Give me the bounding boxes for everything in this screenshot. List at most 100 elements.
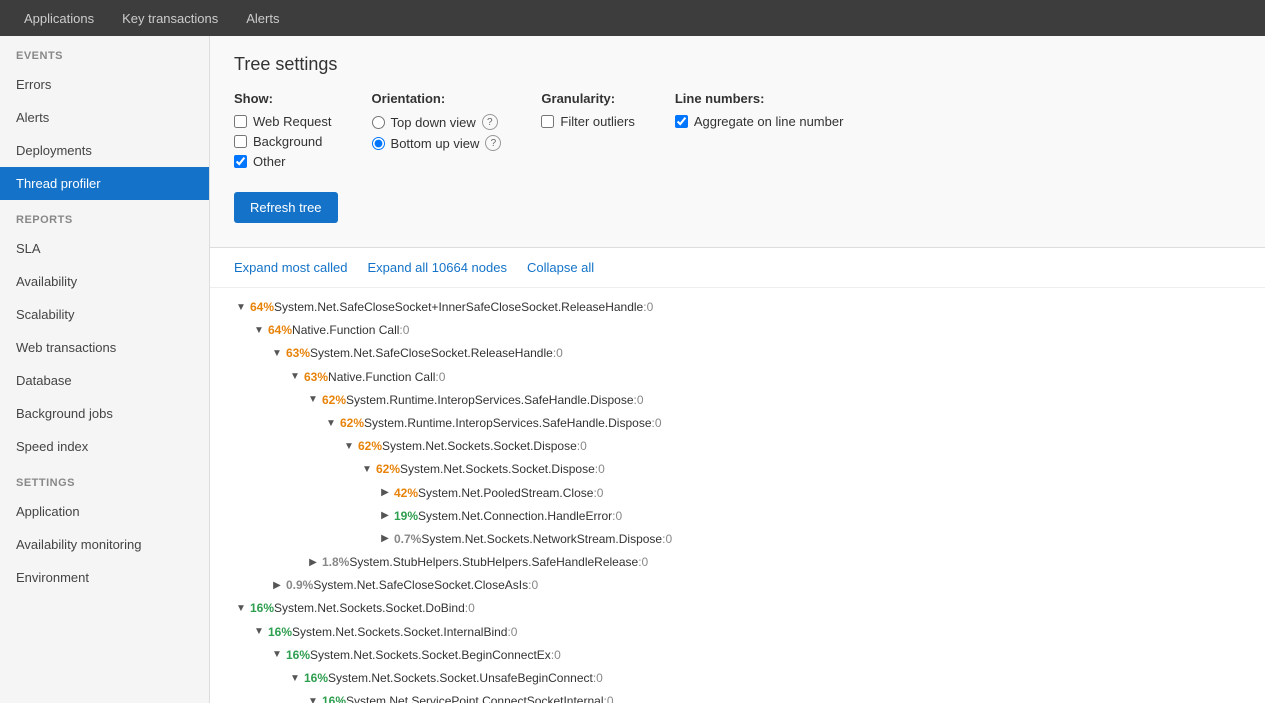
tree-toggle-icon[interactable]: ▶	[378, 509, 392, 523]
checkbox-aggregate-input[interactable]	[675, 115, 688, 128]
tree-node-num: :0	[643, 298, 653, 317]
tree-toggle-icon[interactable]: ▼	[270, 648, 284, 662]
sidebar-item-alerts[interactable]: Alerts	[0, 101, 209, 134]
tree-node-pct: 16%	[268, 623, 292, 642]
tree-node-num: :0	[612, 507, 622, 526]
nav-applications[interactable]: Applications	[10, 0, 108, 36]
radio-bottom-up: Bottom up view ?	[372, 135, 502, 151]
tree-node-text: System.Net.SafeCloseSocket+InnerSafeClos…	[274, 298, 643, 317]
tree-node-pct: 1.8%	[322, 553, 349, 572]
checkbox-other-input[interactable]	[234, 155, 247, 168]
tree-node-pct: 64%	[268, 321, 292, 340]
tree-node-num: :0	[595, 460, 605, 479]
tree-node-text: System.Net.Sockets.Socket.InternalBind	[292, 623, 507, 642]
tree-node-text: System.Net.Sockets.Socket.DoBind	[274, 599, 465, 618]
tree-node-num: :0	[551, 646, 561, 665]
tree-row: ▼16% System.Net.Sockets.Socket.BeginConn…	[234, 644, 1241, 667]
expand-all-link[interactable]: Expand all 10664 nodes	[367, 260, 507, 275]
tree-node-pct: 16%	[286, 646, 310, 665]
tree-node-num: :0	[577, 437, 587, 456]
checkbox-aggregate: Aggregate on line number	[675, 114, 844, 129]
tree-toggle-icon[interactable]: ▼	[342, 440, 356, 454]
sidebar-item-availability-monitoring[interactable]: Availability monitoring	[0, 528, 209, 561]
sidebar-item-deployments[interactable]: Deployments	[0, 134, 209, 167]
tree-toggle-icon[interactable]: ▼	[234, 602, 248, 616]
sidebar-item-scalability[interactable]: Scalability	[0, 298, 209, 331]
tree-node-text: System.Net.Sockets.Socket.UnsafeBeginCon…	[328, 669, 593, 688]
tree-toggle-icon[interactable]: ▶	[378, 532, 392, 546]
tree-toggle-icon[interactable]: ▼	[306, 393, 320, 407]
checkbox-filter-outliers: Filter outliers	[541, 114, 634, 129]
sidebar-item-web-transactions[interactable]: Web transactions	[0, 331, 209, 364]
sidebar-item-thread-profiler[interactable]: Thread profiler	[0, 167, 209, 200]
collapse-all-link[interactable]: Collapse all	[527, 260, 594, 275]
main-layout: EVENTS Errors Alerts Deployments Thread …	[0, 36, 1265, 703]
checkbox-filter-outliers-input[interactable]	[541, 115, 554, 128]
tree-toggle-icon[interactable]: ▶	[270, 579, 284, 593]
granularity-group: Granularity: Filter outliers	[541, 91, 634, 134]
tree-row: ▶1.8% System.StubHelpers.StubHelpers.Saf…	[234, 551, 1241, 574]
tree-row: ▼62% System.Runtime.InteropServices.Safe…	[234, 412, 1241, 435]
top-nav: Applications Key transactions Alerts	[0, 0, 1265, 36]
tree-toggle-icon[interactable]: ▼	[288, 370, 302, 384]
expand-most-called-link[interactable]: Expand most called	[234, 260, 347, 275]
radio-bottom-up-input[interactable]	[372, 137, 385, 150]
checkbox-background-label: Background	[253, 134, 322, 149]
tree-row: ▶19% System.Net.Connection.HandleError :…	[234, 505, 1241, 528]
checkbox-background-input[interactable]	[234, 135, 247, 148]
line-numbers-label: Line numbers:	[675, 91, 844, 106]
tree-row: ▼16% System.Net.Sockets.Socket.DoBind :0	[234, 597, 1241, 620]
checkbox-web-request-label: Web Request	[253, 114, 332, 129]
tree-toggle-icon[interactable]: ▼	[324, 417, 338, 431]
tree-node-pct: 64%	[250, 298, 274, 317]
sidebar-item-background-jobs[interactable]: Background jobs	[0, 397, 209, 430]
tree-node-text: System.StubHelpers.StubHelpers.SafeHandl…	[349, 553, 638, 572]
sidebar-item-application[interactable]: Application	[0, 495, 209, 528]
checkbox-web-request-input[interactable]	[234, 115, 247, 128]
sidebar: EVENTS Errors Alerts Deployments Thread …	[0, 36, 210, 703]
tree-node-pct: 42%	[394, 484, 418, 503]
tree-toggle-icon[interactable]: ▶	[306, 556, 320, 570]
tree-toggle-icon[interactable]: ▼	[270, 347, 284, 361]
sidebar-item-speed-index[interactable]: Speed index	[0, 430, 209, 463]
tree-toggle-icon[interactable]: ▼	[252, 324, 266, 338]
tree-row: ▼64% Native.Function Call :0	[234, 319, 1241, 342]
tree-row: ▼63% Native.Function Call :0	[234, 366, 1241, 389]
top-down-help-icon[interactable]: ?	[482, 114, 498, 130]
nav-alerts[interactable]: Alerts	[232, 0, 293, 36]
radio-top-down-input[interactable]	[372, 116, 385, 129]
sidebar-item-sla[interactable]: SLA	[0, 232, 209, 265]
tree-row: ▼63% System.Net.SafeCloseSocket.ReleaseH…	[234, 342, 1241, 365]
checkbox-other: Other	[234, 154, 332, 169]
tree-node-num: :0	[634, 391, 644, 410]
radio-bottom-up-label: Bottom up view	[391, 136, 480, 151]
checkbox-aggregate-label: Aggregate on line number	[694, 114, 844, 129]
tree-node-text: System.Runtime.InteropServices.SafeHandl…	[346, 391, 633, 410]
settings-row: Show: Web Request Background Other	[234, 91, 1241, 174]
tree-toggle-icon[interactable]: ▼	[306, 695, 320, 703]
nav-key-transactions[interactable]: Key transactions	[108, 0, 232, 36]
tree-toggle-icon[interactable]: ▶	[378, 486, 392, 500]
refresh-tree-button[interactable]: Refresh tree	[234, 192, 338, 223]
tree-node-text: System.Net.SafeCloseSocket.ReleaseHandle	[310, 344, 553, 363]
sidebar-item-database[interactable]: Database	[0, 364, 209, 397]
tree-node-num: :0	[435, 368, 445, 387]
bottom-up-help-icon[interactable]: ?	[485, 135, 501, 151]
tree-toggle-icon[interactable]: ▼	[288, 672, 302, 686]
tree-toggle-icon[interactable]: ▼	[234, 301, 248, 315]
tree-row: ▼16% System.Net.ServicePoint.ConnectSock…	[234, 690, 1241, 703]
tree-toggle-icon[interactable]: ▼	[252, 625, 266, 639]
tree-row: ▶42% System.Net.PooledStream.Close :0	[234, 482, 1241, 505]
tree-node-text: System.Net.Connection.HandleError	[418, 507, 612, 526]
sidebar-item-environment[interactable]: Environment	[0, 561, 209, 594]
tree-node-num: :0	[528, 576, 538, 595]
tree-controls: Expand most called Expand all 10664 node…	[210, 248, 1265, 288]
tree-node-pct: 16%	[304, 669, 328, 688]
sidebar-item-availability[interactable]: Availability	[0, 265, 209, 298]
tree-row: ▼16% System.Net.Sockets.Socket.UnsafeBeg…	[234, 667, 1241, 690]
tree-settings-title: Tree settings	[234, 54, 1241, 75]
sidebar-item-errors[interactable]: Errors	[0, 68, 209, 101]
radio-top-down: Top down view ?	[372, 114, 502, 130]
tree-node-num: :0	[652, 414, 662, 433]
tree-toggle-icon[interactable]: ▼	[360, 463, 374, 477]
